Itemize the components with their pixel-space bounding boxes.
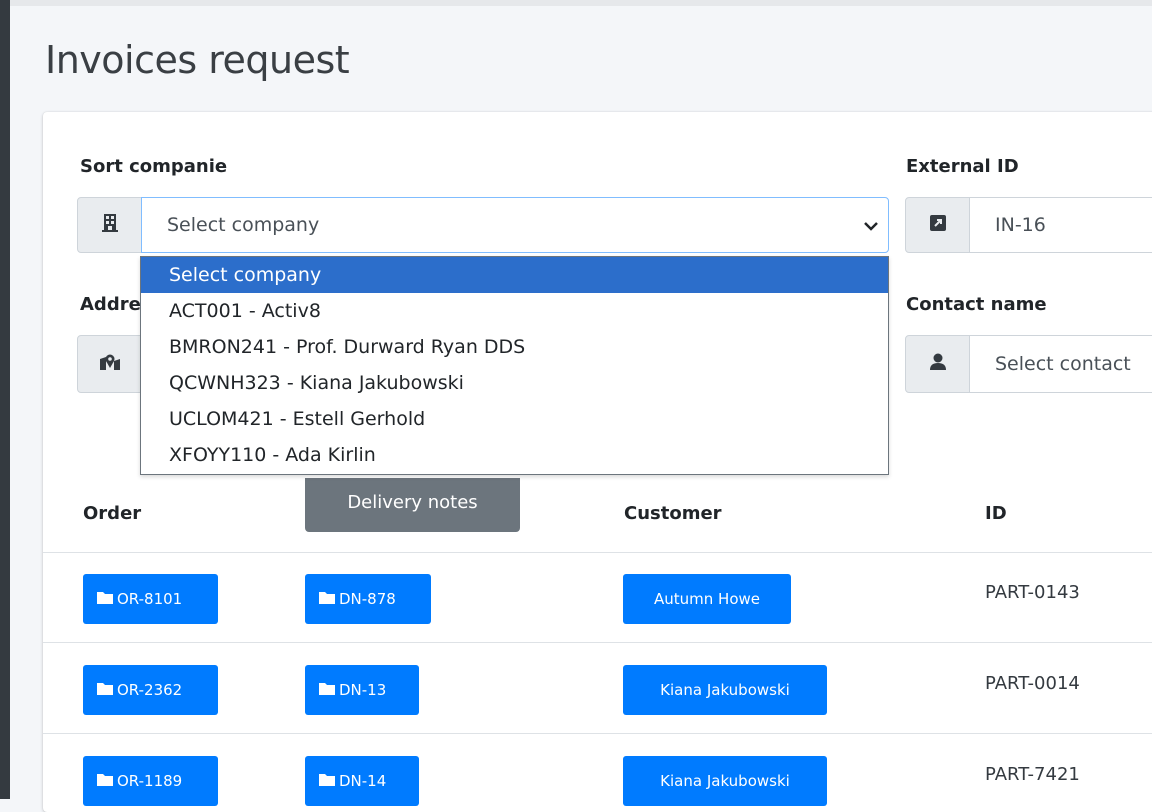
folder-icon [319, 590, 335, 608]
company-option[interactable]: XFOYY110 - Ada Kirlin [141, 437, 888, 473]
sidebar-edge [0, 0, 10, 799]
external-id-addon [905, 197, 970, 253]
order-button[interactable]: OR-8101 [83, 574, 218, 624]
address-addon [77, 335, 142, 393]
contact-label: Contact name [906, 294, 1047, 315]
external-id-value: IN-16 [995, 214, 1046, 236]
delivery-note-number: DN-13 [339, 681, 387, 699]
customer-column-header: Customer [624, 503, 722, 524]
company-select-value: Select company [167, 214, 320, 236]
contact-select[interactable]: Select contact [969, 335, 1152, 393]
order-number: OR-8101 [117, 590, 183, 608]
address-label: Addre [80, 294, 141, 315]
customer-button[interactable]: Autumn Howe [623, 574, 791, 624]
table-divider [43, 552, 1152, 553]
company-select[interactable]: Select company [141, 197, 889, 253]
company-option[interactable]: ACT001 - Activ8 [141, 293, 888, 329]
map-marked-icon [99, 353, 121, 375]
contact-addon [905, 335, 970, 393]
folder-icon [319, 681, 335, 699]
order-number: OR-2362 [117, 681, 183, 699]
delivery-notes-tooltip: Delivery notes [305, 478, 520, 532]
id-column-header: ID [985, 503, 1007, 524]
delivery-note-number: DN-878 [339, 590, 396, 608]
user-icon [929, 353, 946, 375]
folder-icon [319, 772, 335, 790]
part-id: PART-7421 [985, 764, 1080, 785]
folder-icon [97, 681, 113, 699]
company-addon [77, 197, 142, 253]
company-option[interactable]: BMRON241 - Prof. Durward Ryan DDS [141, 329, 888, 365]
company-option[interactable]: UCLOM421 - Estell Gerhold [141, 401, 888, 437]
page-title: Invoices request [45, 38, 350, 82]
building-icon [101, 213, 118, 237]
delivery-note-number: DN-14 [339, 772, 387, 790]
company-option[interactable]: Select company [141, 257, 888, 293]
delivery-note-button[interactable]: DN-13 [305, 665, 419, 715]
external-link-icon [929, 214, 947, 236]
company-dropdown-list: Select company ACT001 - Activ8 BMRON241 … [140, 256, 889, 475]
company-label: Sort companie [80, 156, 228, 177]
table-divider [43, 733, 1152, 734]
top-border [0, 0, 1152, 6]
part-id: PART-0014 [985, 673, 1080, 694]
order-number: OR-1189 [117, 772, 183, 790]
delivery-note-button[interactable]: DN-878 [305, 574, 431, 624]
external-id-label: External ID [906, 156, 1019, 177]
order-button[interactable]: OR-2362 [83, 665, 218, 715]
order-column-header: Order [83, 503, 142, 524]
table-divider [43, 642, 1152, 643]
folder-icon [97, 590, 113, 608]
part-id: PART-0143 [985, 582, 1080, 603]
company-option[interactable]: QCWNH323 - Kiana Jakubowski [141, 365, 888, 401]
external-id-input[interactable]: IN-16 [969, 197, 1152, 253]
customer-button[interactable]: Kiana Jakubowski [623, 665, 827, 715]
folder-icon [97, 772, 113, 790]
contact-select-value: Select contact [995, 353, 1131, 375]
chevron-down-icon [864, 214, 878, 236]
